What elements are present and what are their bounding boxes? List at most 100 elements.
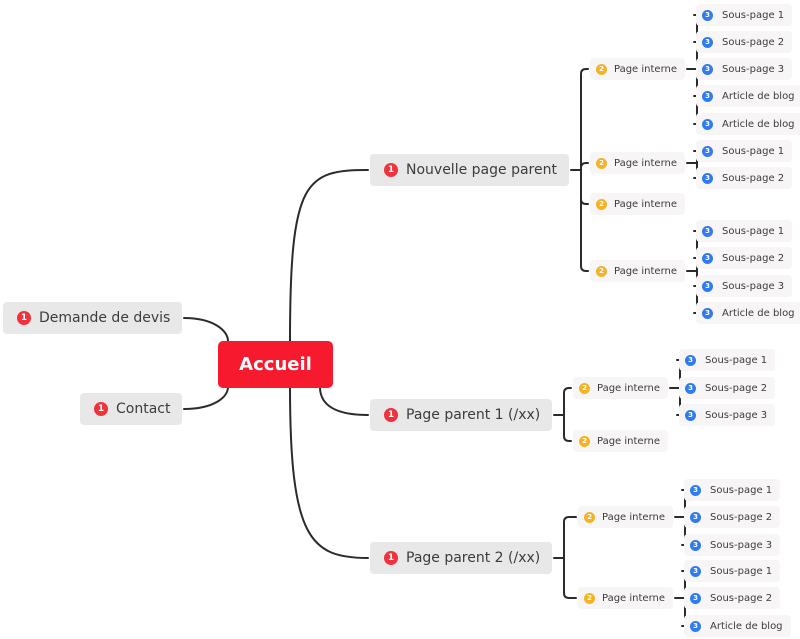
node-label: Sous-page 2 bbox=[710, 511, 773, 523]
node-label: Page interne bbox=[597, 382, 661, 394]
node-label: Demande de devis bbox=[39, 310, 171, 326]
leaf-node[interactable]: 3 Sous-page 3 bbox=[679, 404, 776, 426]
root-node-accueil[interactable]: Accueil bbox=[218, 340, 333, 388]
leaf-node[interactable]: 3 Article de blog bbox=[696, 85, 800, 107]
leaf-node[interactable]: 3 Sous-page 1 bbox=[679, 349, 776, 371]
node-label: Article de blog bbox=[722, 118, 795, 130]
priority-1-icon: 1 bbox=[94, 402, 108, 416]
priority-3-icon: 3 bbox=[690, 565, 701, 577]
node-label: Contact bbox=[116, 401, 171, 417]
node-label: Sous-page 2 bbox=[722, 172, 785, 184]
priority-2-icon: 2 bbox=[596, 265, 607, 277]
node-label: Page interne bbox=[614, 198, 678, 210]
priority-1-icon: 1 bbox=[384, 163, 398, 177]
connector-root-right bbox=[319, 386, 369, 416]
node-label: Page parent 2 (/xx) bbox=[406, 550, 541, 566]
subtopic-node-page-interne[interactable]: 2 Page interne bbox=[590, 152, 686, 174]
subtopic-node-page-interne[interactable]: 2 Page interne bbox=[578, 587, 674, 609]
node-label: Sous-page 2 bbox=[705, 382, 768, 394]
topic-node-parent[interactable]: 1 Page parent 1 (/xx) bbox=[370, 399, 553, 431]
node-label: Nouvelle page parent bbox=[406, 162, 557, 178]
leaf-node[interactable]: 3 Sous-page 2 bbox=[679, 377, 776, 399]
node-label: Page parent 1 (/xx) bbox=[406, 407, 541, 423]
node-label: Sous-page 2 bbox=[722, 36, 785, 48]
priority-1-icon: 1 bbox=[17, 311, 31, 325]
topic-node-parent[interactable]: 1 Page parent 2 (/xx) bbox=[370, 542, 553, 574]
priority-2-icon: 2 bbox=[596, 198, 607, 210]
node-label: Article de blog bbox=[722, 307, 795, 319]
priority-2-icon: 2 bbox=[596, 63, 607, 75]
leaf-node[interactable]: 3 Article de blog bbox=[696, 302, 800, 324]
node-label: Sous-page 1 bbox=[722, 9, 785, 21]
leaf-node[interactable]: 3 Sous-page 1 bbox=[696, 220, 793, 242]
leaf-node[interactable]: 3 Article de blog bbox=[696, 113, 800, 135]
priority-1-icon: 1 bbox=[384, 551, 398, 565]
node-label: Page interne bbox=[614, 157, 678, 169]
topic-node-left[interactable]: 1 Demande de devis bbox=[3, 302, 183, 334]
subtopic-node-page-interne[interactable]: 2 Page interne bbox=[590, 58, 686, 80]
node-label: Sous-page 1 bbox=[722, 225, 785, 237]
node-label: Accueil bbox=[239, 353, 312, 375]
subtopic-node-page-interne[interactable]: 2 Page interne bbox=[590, 260, 686, 282]
node-label: Article de blog bbox=[722, 90, 795, 102]
connector-root-left bbox=[183, 386, 229, 410]
leaf-node[interactable]: 3 Sous-page 1 bbox=[696, 140, 793, 162]
node-label: Sous-page 2 bbox=[710, 592, 773, 604]
node-label: Sous-page 2 bbox=[722, 252, 785, 264]
subtopic-node-page-interne[interactable]: 2 Page interne bbox=[590, 193, 686, 215]
priority-3-icon: 3 bbox=[690, 511, 701, 523]
topic-node-parent[interactable]: 1 Nouvelle page parent bbox=[370, 154, 569, 186]
priority-3-icon: 3 bbox=[702, 145, 713, 157]
priority-2-icon: 2 bbox=[579, 435, 590, 447]
subtopic-node-page-interne[interactable]: 2 Page interne bbox=[573, 430, 669, 452]
leaf-node[interactable]: 3 Sous-page 3 bbox=[684, 534, 781, 556]
leaf-node[interactable]: 3 Sous-page 1 bbox=[684, 560, 781, 582]
leaf-node[interactable]: 3 Sous-page 2 bbox=[696, 247, 793, 269]
leaf-node[interactable]: 3 Sous-page 2 bbox=[696, 31, 793, 53]
connector-root-left bbox=[183, 317, 229, 342]
node-label: Sous-page 3 bbox=[722, 280, 785, 292]
priority-3-icon: 3 bbox=[690, 592, 701, 604]
connector-l1-l2 bbox=[563, 387, 572, 416]
topic-node-left[interactable]: 1 Contact bbox=[80, 393, 183, 425]
node-label: Sous-page 1 bbox=[722, 145, 785, 157]
node-label: Sous-page 1 bbox=[705, 354, 768, 366]
priority-2-icon: 2 bbox=[584, 592, 595, 604]
connector-l1-l2 bbox=[580, 169, 589, 272]
node-label: Sous-page 3 bbox=[722, 63, 785, 75]
priority-3-icon: 3 bbox=[702, 36, 713, 48]
priority-2-icon: 2 bbox=[579, 382, 590, 394]
connector-l1-l2 bbox=[580, 169, 589, 205]
connector-l1-l2 bbox=[580, 162, 589, 171]
connector-l1-l2 bbox=[563, 557, 577, 599]
priority-3-icon: 3 bbox=[702, 63, 713, 75]
leaf-node[interactable]: 3 Sous-page 3 bbox=[696, 275, 793, 297]
connector-root-right bbox=[289, 169, 369, 342]
leaf-node[interactable]: 3 Sous-page 3 bbox=[696, 58, 793, 80]
priority-3-icon: 3 bbox=[690, 539, 701, 551]
priority-2-icon: 2 bbox=[584, 511, 595, 523]
priority-3-icon: 3 bbox=[685, 382, 696, 394]
leaf-node[interactable]: 3 Sous-page 2 bbox=[696, 167, 793, 189]
node-label: Sous-page 1 bbox=[710, 484, 773, 496]
priority-3-icon: 3 bbox=[702, 252, 713, 264]
leaf-node[interactable]: 3 Sous-page 2 bbox=[684, 587, 781, 609]
connector-root-right bbox=[289, 386, 369, 559]
subtopic-node-page-interne[interactable]: 2 Page interne bbox=[573, 377, 669, 399]
leaf-node[interactable]: 3 Sous-page 2 bbox=[684, 506, 781, 528]
node-label: Page interne bbox=[597, 435, 661, 447]
node-label: Page interne bbox=[602, 511, 666, 523]
subtopic-node-page-interne[interactable]: 2 Page interne bbox=[578, 506, 674, 528]
priority-3-icon: 3 bbox=[690, 620, 701, 632]
priority-3-icon: 3 bbox=[702, 307, 713, 319]
priority-3-icon: 3 bbox=[702, 90, 713, 102]
leaf-node[interactable]: 3 Sous-page 1 bbox=[684, 479, 781, 501]
connector-l1-l2 bbox=[580, 68, 589, 171]
priority-3-icon: 3 bbox=[702, 118, 713, 130]
node-label: Page interne bbox=[614, 63, 678, 75]
leaf-node[interactable]: 3 Article de blog bbox=[684, 615, 791, 637]
priority-3-icon: 3 bbox=[685, 354, 696, 366]
leaf-node[interactable]: 3 Sous-page 1 bbox=[696, 4, 793, 26]
priority-3-icon: 3 bbox=[702, 280, 713, 292]
connector-l1-l2 bbox=[563, 516, 577, 559]
